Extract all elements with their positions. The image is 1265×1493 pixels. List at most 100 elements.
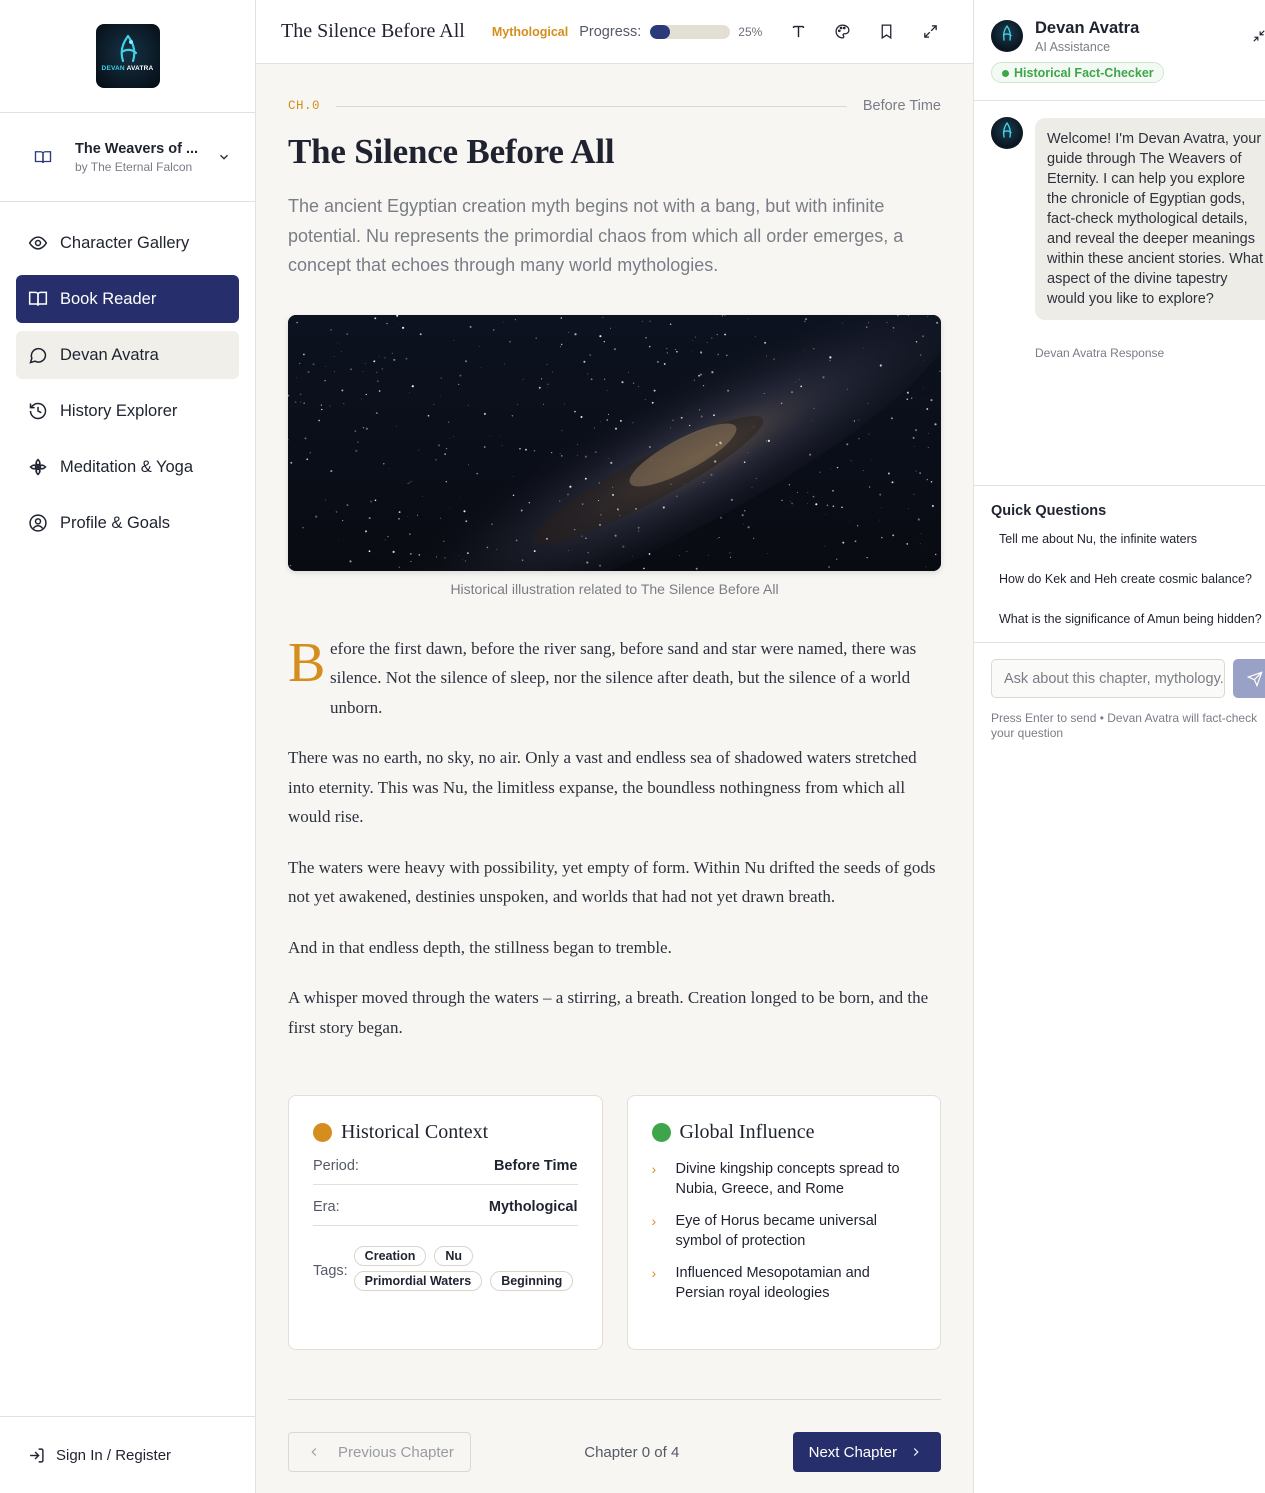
book-author: by The Eternal Falcon xyxy=(75,159,193,174)
sign-in-button[interactable]: Sign In / Register xyxy=(0,1416,255,1493)
eye-icon xyxy=(28,236,48,250)
period-row: Period: Before Time xyxy=(313,1144,578,1185)
nav-label: Meditation & Yoga xyxy=(60,457,194,476)
nav-item-character-gallery[interactable]: Character Gallery xyxy=(16,219,239,267)
nav-item-book-reader[interactable]: Book Reader xyxy=(16,275,239,323)
reader-main: The Silence Before All Mythological Prog… xyxy=(256,0,973,1493)
history-icon xyxy=(29,402,47,420)
book-selector[interactable]: The Weavers of ... by The Eternal Falcon xyxy=(0,113,255,202)
era-row: Era: Mythological xyxy=(313,1185,578,1226)
chapter-title: The Silence Before All xyxy=(288,132,615,171)
starfield-image xyxy=(288,314,941,571)
nav-label: Book Reader xyxy=(60,289,157,308)
book-icon xyxy=(34,151,52,164)
progress-fill xyxy=(650,24,671,39)
app-logo[interactable]: DEVAN AVATRA xyxy=(95,24,160,88)
chapter-counter: Chapter 0 of 4 xyxy=(584,1443,680,1461)
nav-item-history-explorer[interactable]: History Explorer xyxy=(16,387,239,435)
nav-item-profile-goals[interactable]: Profile & Goals xyxy=(16,499,239,547)
book-title: The Weavers of ... xyxy=(75,140,199,157)
chevron-right-icon: › xyxy=(651,1213,657,1229)
chapter-text: B efore the first dawn, before the river… xyxy=(288,634,941,1043)
tag-chip[interactable]: Creation xyxy=(353,1246,427,1266)
influence-list: › Divine kingship concepts spread to Nubi… xyxy=(652,1159,917,1303)
send-icon xyxy=(1247,670,1263,687)
sign-in-label: Sign In / Register xyxy=(56,1446,172,1464)
progress-bar xyxy=(650,24,731,39)
font-settings-button[interactable] xyxy=(788,22,808,42)
chevron-left-icon xyxy=(311,1448,317,1456)
tags-row: Tags: Creation Nu Primordial Waters Begi… xyxy=(313,1246,578,1291)
chat-log: Welcome! I'm Devan Avatra, your guide th… xyxy=(974,101,1265,486)
reader-toolbar: The Silence Before All Mythological Prog… xyxy=(256,0,973,64)
quick-question[interactable]: What is the significance of Amun being h… xyxy=(999,599,1265,639)
bookmark-icon xyxy=(881,24,892,40)
list-item: › Eye of Horus became universal symbol of… xyxy=(651,1213,878,1249)
global-influence-card: Global Influence › Divine kingship concep… xyxy=(626,1095,941,1350)
tag-chip[interactable]: Primordial Waters xyxy=(353,1271,483,1291)
paragraph: There was no earth, no sky, no air. Only… xyxy=(288,748,917,826)
chevron-down-icon xyxy=(220,154,228,160)
status-badge: Historical Fact-Checker xyxy=(991,62,1164,83)
book-open-icon xyxy=(28,291,48,306)
nav-item-devan-avatra[interactable]: Devan Avatra xyxy=(16,331,239,379)
lotus-icon xyxy=(29,458,47,476)
divider xyxy=(288,1399,941,1400)
theme-button[interactable] xyxy=(832,22,852,42)
composer-hint: Press Enter to send • Devan Avatra will … xyxy=(991,711,1258,740)
chapter-pager: Previous Chapter Chapter 0 of 4 Next Cha… xyxy=(288,1432,941,1472)
genre-tag: Mythological xyxy=(491,24,569,39)
tag-chip[interactable]: Nu xyxy=(434,1246,474,1266)
assistant-header: Devan Avatra AI Assistance Historical Fa… xyxy=(974,0,1265,101)
logo-wordmark: DEVAN AVATRA xyxy=(101,65,154,72)
quick-question[interactable]: Tell me about Nu, the infinite waters xyxy=(999,519,1265,559)
message-meta: Devan Avatra Response xyxy=(1035,346,1165,360)
tag-chip[interactable]: Beginning xyxy=(490,1271,574,1291)
paragraph: efore the first dawn, before the river s… xyxy=(330,638,917,717)
quick-question[interactable]: How do Kek and Heh create cosmic balance… xyxy=(999,559,1265,599)
sign-in-icon xyxy=(30,1447,44,1463)
chapter-number: CH.0 xyxy=(288,99,321,113)
influence-dot-icon xyxy=(651,1123,671,1142)
collapse-icon[interactable] xyxy=(1252,29,1265,43)
chapter-summary: The ancient Egyptian creation myth begin… xyxy=(288,196,904,275)
paragraph: The waters were heavy with possibility, … xyxy=(288,857,936,907)
card-title: Historical Context xyxy=(341,1121,489,1143)
bookmark-button[interactable] xyxy=(876,22,896,42)
send-button[interactable] xyxy=(1233,659,1265,698)
previous-chapter-button[interactable]: Previous Chapter xyxy=(288,1432,471,1472)
quick-questions: Quick Questions Tell me about Nu, the in… xyxy=(974,486,1265,643)
fullscreen-button[interactable] xyxy=(920,22,940,42)
palette-icon xyxy=(835,24,850,39)
avatar-glyph-icon xyxy=(1002,122,1012,138)
nav-label: Devan Avatra xyxy=(60,345,159,364)
user-circle-icon xyxy=(29,514,47,532)
nav-label: Profile & Goals xyxy=(60,513,171,532)
chapter-content: CH.0 Before Time The Silence Before All … xyxy=(256,64,973,1472)
logo-area: DEVAN AVATRA xyxy=(0,0,255,113)
chat-input[interactable]: Ask about this chapter, mythology... xyxy=(991,659,1225,698)
paragraph: A whisper moved through the waters – a s… xyxy=(288,988,929,1037)
main-nav: Character Gallery Book Reader Devan Avat… xyxy=(0,202,255,547)
assistant-subtitle: AI Assistance xyxy=(1035,40,1111,54)
next-chapter-button[interactable]: Next Chapter xyxy=(792,1432,941,1472)
chevron-right-icon xyxy=(913,1448,919,1456)
nav-item-meditation-yoga[interactable]: Meditation & Yoga xyxy=(16,443,239,491)
assistant-panel: Devan Avatra AI Assistance Historical Fa… xyxy=(973,0,1265,1493)
list-item: › Divine kingship concepts spread to Nubi… xyxy=(651,1161,900,1197)
toolbar-title: The Silence Before All xyxy=(281,20,465,42)
assistant-name: Devan Avatra xyxy=(1035,19,1140,37)
image-caption: Historical illustration related to The S… xyxy=(450,580,779,597)
chat-composer: Ask about this chapter, mythology... Pre… xyxy=(974,643,1265,741)
historical-context-card: Historical Context Period: Before Time Er… xyxy=(288,1095,603,1350)
chevron-right-icon: › xyxy=(651,1161,657,1177)
progress-label: Progress: xyxy=(579,23,642,40)
list-item: › Influenced Mesopotamian and Persian roy… xyxy=(651,1265,870,1301)
chapter-illustration xyxy=(288,314,941,571)
expand-icon xyxy=(924,25,937,38)
chat-bubble-icon xyxy=(29,347,47,364)
text-type-icon xyxy=(792,25,804,38)
card-title: Global Influence xyxy=(679,1121,815,1143)
context-dot-icon xyxy=(313,1123,332,1142)
avatar xyxy=(991,20,1023,52)
